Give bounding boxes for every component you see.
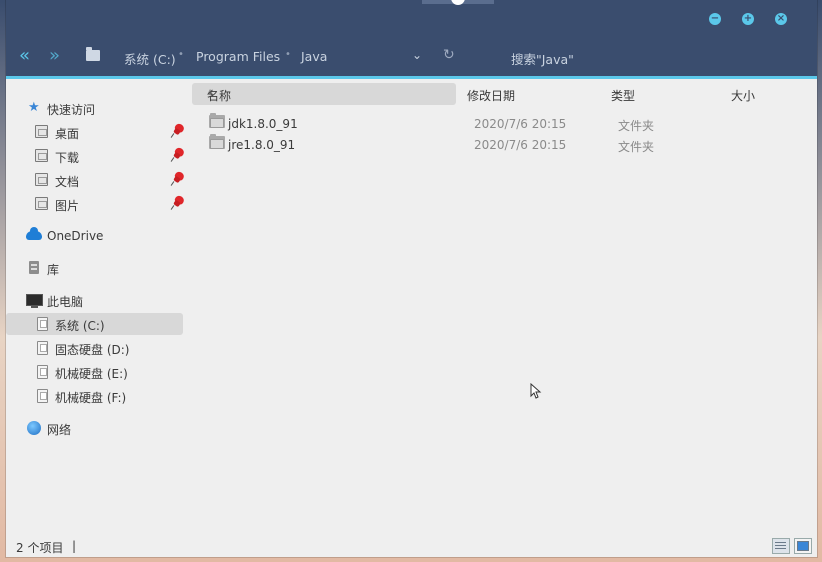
pin-icon[interactable] bbox=[170, 122, 186, 138]
monitor-icon bbox=[26, 294, 43, 308]
file-name: jre1.8.0_91 bbox=[228, 138, 296, 152]
pictures-icon bbox=[35, 197, 48, 210]
sidebar-item-desktop[interactable]: 桌面 bbox=[6, 121, 186, 143]
column-header-label: 类型 bbox=[611, 89, 636, 103]
drive-icon bbox=[37, 341, 48, 355]
title-bar[interactable]: − + × bbox=[6, 0, 817, 36]
table-row[interactable]: jre1.8.0_91 2020/7/6 20:15 文件夹 bbox=[209, 134, 809, 155]
sidebar-item-drive-e[interactable]: 机械硬盘 (E:) bbox=[6, 361, 184, 383]
details-view-icon bbox=[775, 542, 786, 543]
minimize-button[interactable]: − bbox=[709, 13, 721, 25]
sidebar-item-label: 快速访问 bbox=[47, 103, 96, 117]
sidebar-item-label: 机械硬盘 (E:) bbox=[55, 367, 128, 381]
sidebar-item-label: 机械硬盘 (F:) bbox=[55, 391, 127, 405]
large-icons-view-button[interactable] bbox=[794, 538, 812, 554]
sidebar-item-label: 下载 bbox=[55, 151, 80, 165]
downloads-icon bbox=[35, 149, 48, 162]
folder-icon bbox=[209, 113, 225, 128]
breadcrumb-java[interactable]: Java bbox=[301, 49, 327, 64]
refresh-icon[interactable]: ↻ bbox=[443, 47, 455, 63]
maximize-button[interactable]: + bbox=[742, 13, 754, 25]
sidebar-item-drive-d[interactable]: 固态硬盘 (D:) bbox=[6, 337, 184, 359]
breadcrumb-program-files[interactable]: Program Files bbox=[196, 49, 280, 64]
sidebar-item-downloads[interactable]: 下载 bbox=[6, 145, 186, 167]
sidebar-item-this-pc[interactable]: 此电脑 bbox=[6, 289, 184, 311]
sidebar-item-network[interactable]: 网络 bbox=[6, 417, 184, 439]
cloud-icon bbox=[26, 227, 42, 240]
table-row[interactable]: jdk1.8.0_91 2020/7/6 20:15 文件夹 bbox=[209, 113, 809, 134]
item-count: 2 个项目 bbox=[16, 541, 64, 555]
sidebar-item-label: 文档 bbox=[55, 175, 80, 189]
status-bar: 2 个项目 | bbox=[6, 533, 817, 557]
column-header-size[interactable]: 大小 bbox=[731, 83, 791, 105]
notch-dot bbox=[451, 0, 465, 5]
address-toolbar: « » 系统 (C:) • Program Files • Java ⌄ ↻ 搜… bbox=[6, 36, 817, 79]
history-dropdown-icon[interactable]: ⌄ bbox=[412, 48, 422, 62]
folder-icon bbox=[86, 47, 100, 61]
sidebar-item-drive-f[interactable]: 机械硬盘 (F:) bbox=[6, 385, 184, 407]
column-header-name[interactable]: ▲ 名称 bbox=[192, 83, 456, 105]
sidebar-item-drive-c[interactable]: 系统 (C:) bbox=[6, 313, 183, 335]
file-modified: 2020/7/6 20:15 bbox=[474, 117, 567, 131]
folder-icon bbox=[209, 134, 225, 149]
documents-icon bbox=[35, 173, 48, 186]
column-header-label: 修改日期 bbox=[467, 89, 516, 103]
file-type: 文件夹 bbox=[618, 140, 655, 154]
title-notch bbox=[422, 0, 494, 5]
sidebar-item-onedrive[interactable]: OneDrive bbox=[6, 225, 184, 247]
pin-icon[interactable] bbox=[170, 170, 186, 186]
desktop-icon bbox=[35, 125, 48, 138]
details-view-button[interactable] bbox=[772, 538, 790, 554]
column-header-modified[interactable]: 修改日期 bbox=[467, 83, 597, 105]
sidebar-item-label: 固态硬盘 (D:) bbox=[55, 343, 130, 357]
search-input[interactable]: 搜索"Java" bbox=[511, 49, 574, 68]
drive-icon bbox=[37, 365, 48, 379]
sidebar-item-label: 此电脑 bbox=[47, 295, 84, 309]
library-icon bbox=[29, 261, 39, 274]
sidebar-item-label: OneDrive bbox=[47, 229, 104, 243]
close-button[interactable]: × bbox=[775, 13, 787, 25]
sidebar-item-pictures[interactable]: 图片 bbox=[6, 193, 186, 215]
column-header-label: 名称 bbox=[207, 89, 232, 103]
sidebar-item-documents[interactable]: 文档 bbox=[6, 169, 186, 191]
pin-icon[interactable] bbox=[170, 146, 186, 162]
status-divider: | bbox=[72, 539, 77, 553]
sidebar-item-label: 图片 bbox=[55, 199, 80, 213]
breadcrumb-separator: • bbox=[178, 49, 184, 60]
sidebar-item-label: 系统 (C:) bbox=[55, 319, 105, 333]
sidebar-item-label: 网络 bbox=[47, 423, 72, 437]
file-name: jdk1.8.0_91 bbox=[228, 117, 298, 131]
sidebar-item-label: 桌面 bbox=[55, 127, 80, 141]
drive-icon bbox=[37, 389, 48, 403]
file-explorer-window: − + × « » 系统 (C:) • Program Files • Java… bbox=[6, 0, 817, 557]
breadcrumb-drive[interactable]: 系统 (C:) bbox=[124, 49, 176, 68]
file-type: 文件夹 bbox=[618, 119, 655, 133]
back-icon[interactable]: « bbox=[19, 47, 30, 65]
navigation-pane: ★ 快速访问 桌面 下载 文档 图片 OneDrive 库 此电脑 系统 (C:… bbox=[6, 79, 186, 539]
sidebar-item-label: 库 bbox=[47, 263, 60, 277]
column-header-type[interactable]: 类型 bbox=[611, 83, 711, 105]
breadcrumb-separator: • bbox=[285, 49, 291, 60]
forward-icon[interactable]: » bbox=[49, 47, 60, 65]
sidebar-item-quick-access[interactable]: ★ 快速访问 bbox=[6, 97, 184, 119]
sidebar-item-library[interactable]: 库 bbox=[6, 257, 184, 279]
drive-icon bbox=[37, 317, 48, 331]
file-modified: 2020/7/6 20:15 bbox=[474, 138, 567, 152]
large-icons-view-icon bbox=[797, 541, 809, 551]
star-icon: ★ bbox=[28, 100, 40, 115]
file-list: ▲ 名称 修改日期 类型 大小 jdk1.8.0_91 2020/7/6 20:… bbox=[189, 79, 817, 539]
pin-icon[interactable] bbox=[170, 194, 186, 210]
globe-icon bbox=[27, 421, 41, 435]
column-header-label: 大小 bbox=[731, 89, 756, 103]
